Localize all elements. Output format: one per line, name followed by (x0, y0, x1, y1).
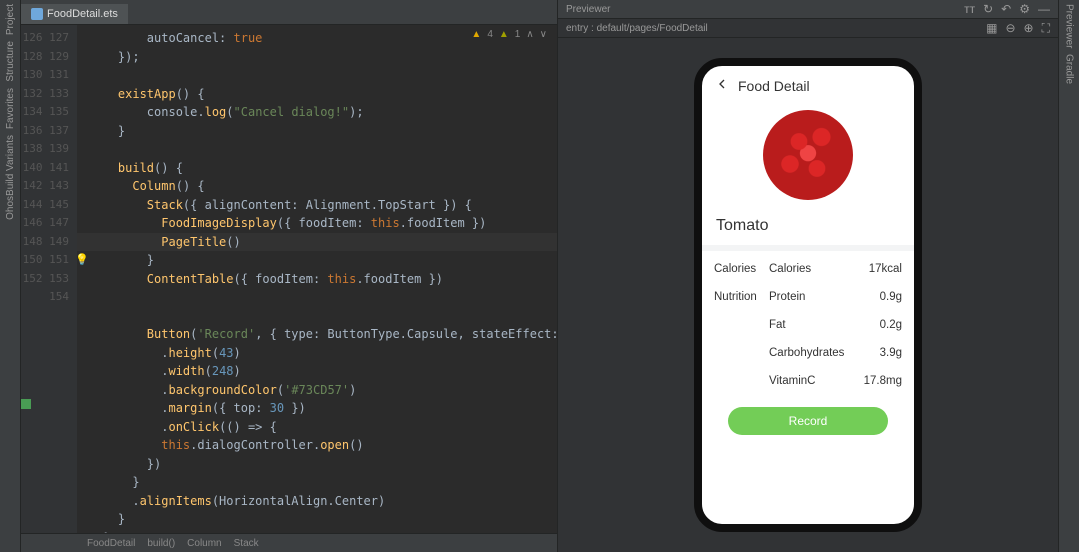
minimize-icon[interactable]: — (1038, 2, 1050, 16)
table-row: Carbohydrates3.9g (714, 339, 902, 367)
crumb[interactable]: build() (147, 538, 175, 549)
editor-pane: FoodDetail.ets 126 127 128 129 130 131 1… (21, 0, 557, 552)
toolbar-item-ohos[interactable]: OhosBuild Variants (5, 135, 16, 220)
toolbar-item-gradle[interactable]: Gradle (1064, 54, 1075, 84)
line-gutter: 126 127 128 129 130 131 132 133 134 135 … (21, 25, 77, 533)
table-row: CaloriesCalories17kcal (714, 255, 902, 283)
refresh-icon[interactable]: ↻ (983, 2, 993, 16)
left-toolbar: Project Structure Favorites OhosBuild Va… (0, 0, 21, 552)
previewer-pane: Previewer ᴛт ↻ ↶ ⚙ — entry : default/pag… (557, 0, 1058, 552)
file-icon (31, 8, 43, 20)
editor[interactable]: 126 127 128 129 130 131 132 133 134 135 … (21, 25, 557, 533)
previewer-header: Previewer ᴛт ↻ ↶ ⚙ — (558, 0, 1058, 19)
phone-header: Food Detail (702, 66, 914, 105)
entry-label: entry : default/pages/FoodDetail (566, 23, 708, 34)
gear-icon[interactable]: ⚙ (1019, 2, 1030, 16)
back-icon[interactable]: ↶ (1001, 2, 1011, 16)
crumb[interactable]: FoodDetail (87, 538, 135, 549)
weak-count: 1 (515, 29, 521, 40)
warn-count: 4 (487, 29, 493, 40)
weak-icon: ▲ (499, 29, 509, 40)
table-row: NutritionProtein0.9g (714, 283, 902, 311)
table-row: Fat0.2g (714, 311, 902, 339)
gutter-mark[interactable] (21, 399, 31, 409)
phone-stage: Food Detail Tomato CaloriesCalories17kca… (558, 38, 1058, 552)
nav-up-icon[interactable]: ∧ (526, 29, 533, 40)
record-button[interactable]: Record (728, 407, 888, 435)
back-arrow-icon[interactable] (714, 76, 730, 95)
tab-label: FoodDetail.ets (47, 8, 118, 20)
table-row: VitaminC17.8mg (714, 367, 902, 395)
toolbar-item-previewer[interactable]: Previewer (1064, 4, 1075, 48)
right-toolbar: Previewer Gradle (1058, 0, 1079, 552)
nav-down-icon[interactable]: ∨ (540, 29, 547, 40)
page-title: Food Detail (738, 78, 810, 94)
food-name: Tomato (702, 205, 914, 245)
previewer-entry: entry : default/pages/FoodDetail ▦ ⊖ ⊕ ⛶ (558, 19, 1058, 38)
code-area[interactable]: autoCancel: true }); existApp() { consol… (77, 25, 557, 533)
nutrition-table: CaloriesCalories17kcalNutritionProtein0.… (702, 251, 914, 399)
font-icon[interactable]: ᴛт (964, 2, 975, 16)
editor-tabs: FoodDetail.ets (21, 0, 557, 25)
ide-root: Project Structure Favorites OhosBuild Va… (0, 0, 1079, 552)
crumb[interactable]: Column (187, 538, 221, 549)
lightbulb-icon[interactable]: 💡 (75, 251, 89, 270)
food-image (758, 105, 858, 205)
toolbar-item-structure[interactable]: Structure (5, 41, 16, 82)
toolbar-item-favorites[interactable]: Favorites (5, 88, 16, 129)
toolbar-item-project[interactable]: Project (5, 4, 16, 35)
expand-icon[interactable]: ⛶ (1042, 21, 1050, 36)
breadcrumb: FoodDetail build() Column Stack (21, 533, 557, 552)
crumb[interactable]: Stack (234, 538, 259, 549)
grid-icon[interactable]: ▦ (986, 21, 997, 36)
zoom-out-icon[interactable]: ⊖ (1005, 21, 1015, 36)
previewer-title: Previewer (566, 4, 610, 15)
tab-fooddetail[interactable]: FoodDetail.ets (21, 4, 128, 24)
code-indicators[interactable]: ▲ 4 ▲ 1 ∧ ∨ (471, 29, 547, 40)
phone[interactable]: Food Detail Tomato CaloriesCalories17kca… (694, 58, 922, 532)
zoom-in-icon[interactable]: ⊕ (1024, 21, 1034, 36)
warn-icon: ▲ (471, 29, 481, 40)
